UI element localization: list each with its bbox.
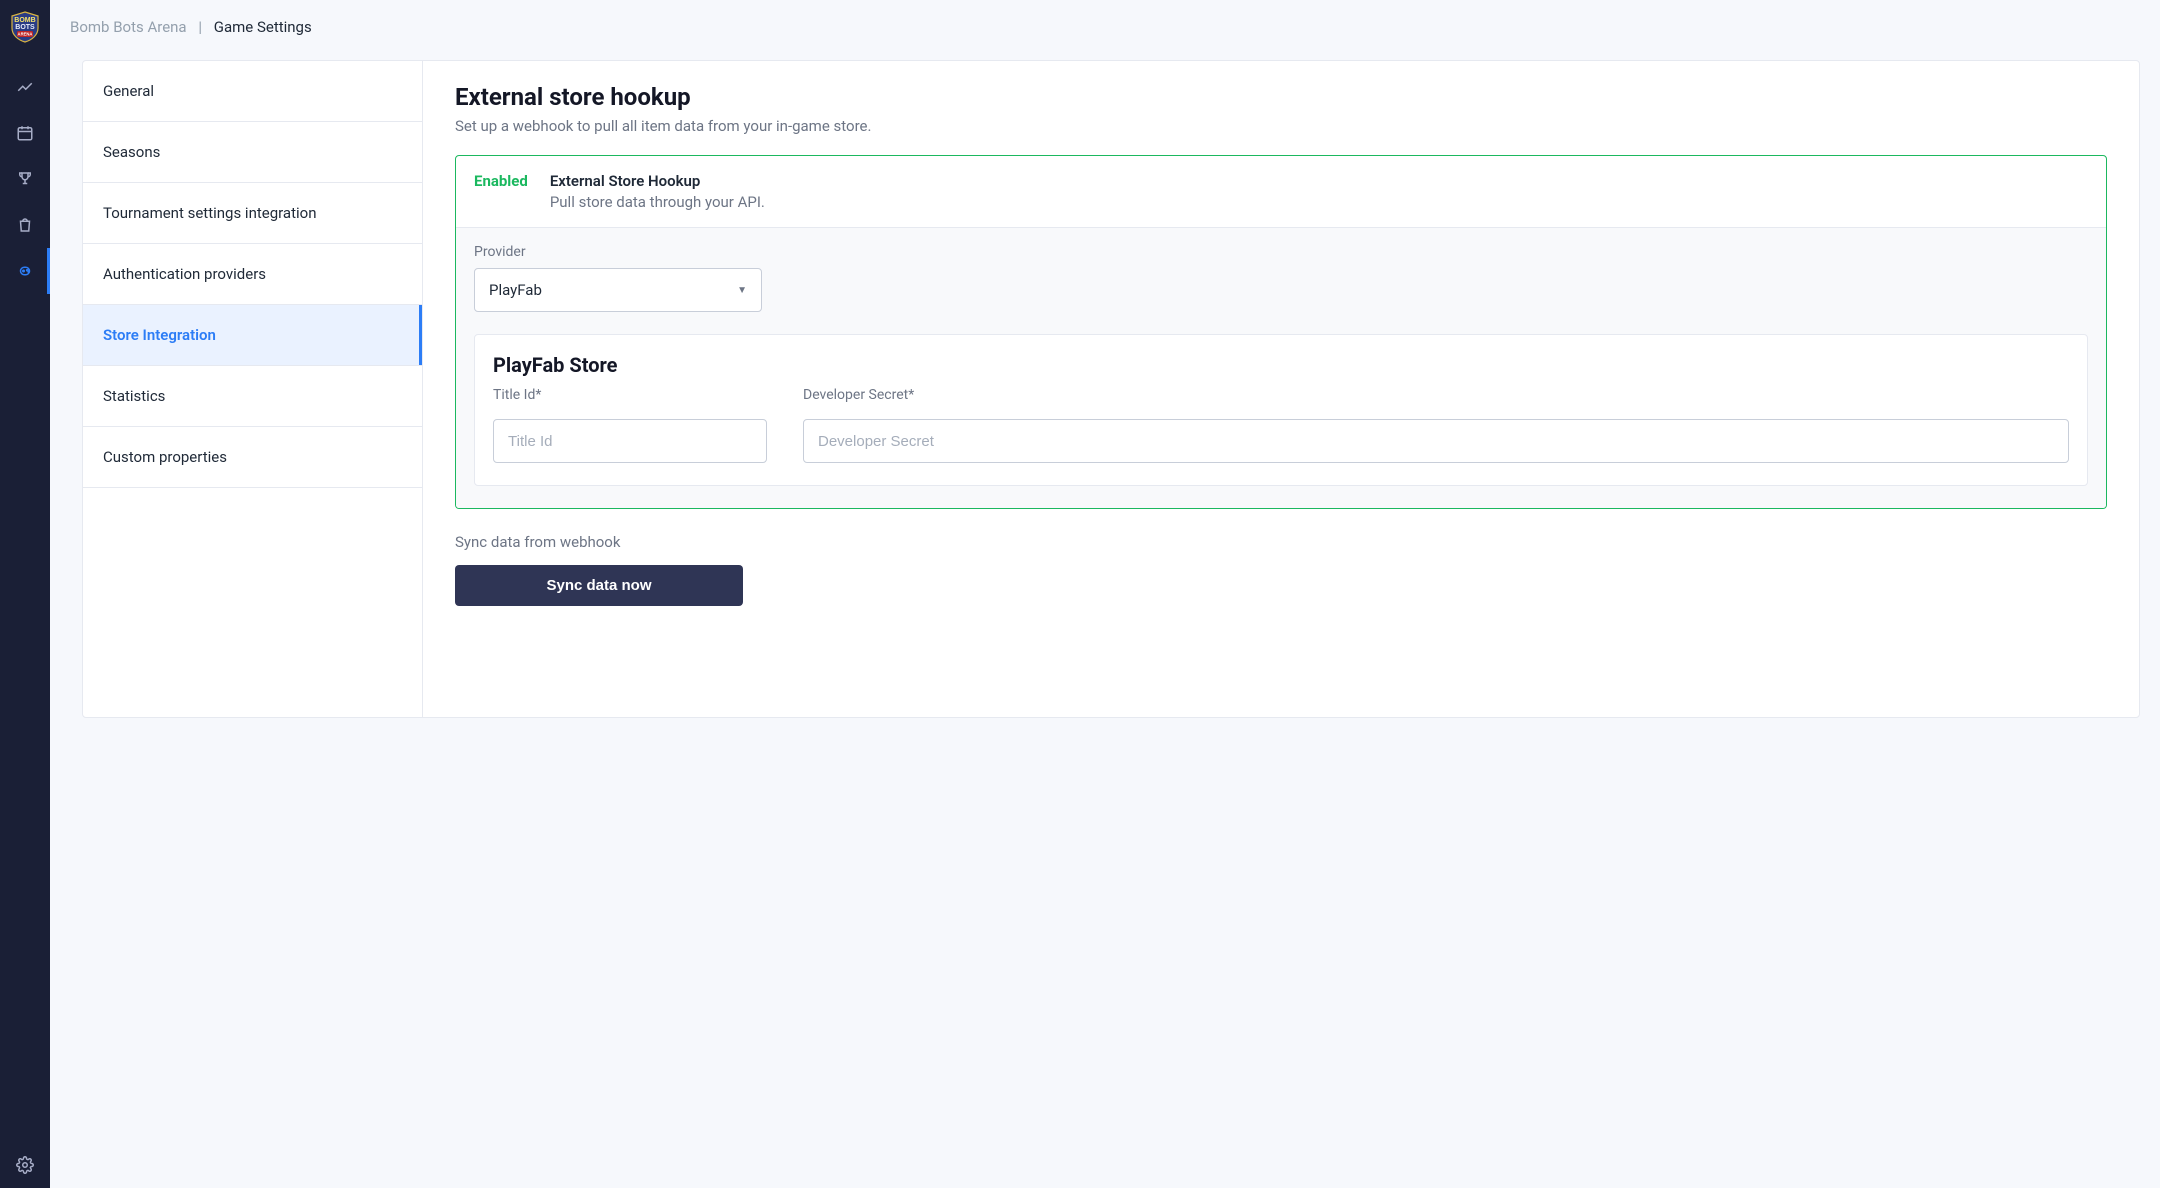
main-column: Bomb Bots Arena | Game Settings General … bbox=[50, 0, 2160, 1188]
left-nav-rail: BOMB BOTS ARENA bbox=[0, 0, 50, 1188]
page-title: External store hookup bbox=[455, 83, 2107, 111]
page-body: External store hookup Set up a webhook t… bbox=[423, 61, 2139, 717]
sidebar-item-auth-providers[interactable]: Authentication providers bbox=[83, 244, 422, 305]
nav-settings[interactable] bbox=[0, 1142, 50, 1188]
svg-text:BOTS: BOTS bbox=[15, 24, 35, 31]
sidebar-item-label: Tournament settings integration bbox=[103, 204, 316, 222]
status-badge: Enabled bbox=[474, 172, 528, 190]
playfab-store-card: PlayFab Store Title Id* Developer Secret… bbox=[474, 334, 2088, 486]
nav-trophy[interactable] bbox=[0, 156, 50, 202]
sidebar-item-statistics[interactable]: Statistics bbox=[83, 366, 422, 427]
panel-description: Pull store data through your API. bbox=[550, 193, 765, 211]
nav-analytics[interactable] bbox=[0, 64, 50, 110]
provider-selected-value: PlayFab bbox=[489, 281, 542, 299]
sidebar-item-general[interactable]: General bbox=[83, 61, 422, 122]
developer-secret-label: Developer Secret* bbox=[803, 387, 2069, 403]
sidebar-item-label: Statistics bbox=[103, 387, 165, 405]
store-card-title: PlayFab Store bbox=[493, 353, 2069, 377]
sync-label: Sync data from webhook bbox=[455, 533, 2107, 551]
app-logo: BOMB BOTS ARENA bbox=[8, 10, 42, 44]
content-card: General Seasons Tournament settings inte… bbox=[82, 60, 2140, 718]
sidebar-item-label: Store Integration bbox=[103, 326, 216, 344]
sidebar-item-tournament[interactable]: Tournament settings integration bbox=[83, 183, 422, 244]
sync-data-button[interactable]: Sync data now bbox=[455, 565, 743, 606]
nav-shop[interactable] bbox=[0, 202, 50, 248]
sidebar-item-label: General bbox=[103, 82, 154, 100]
breadcrumb: Bomb Bots Arena | Game Settings bbox=[50, 0, 2160, 46]
settings-sidebar: General Seasons Tournament settings inte… bbox=[83, 61, 423, 717]
title-id-input[interactable] bbox=[493, 419, 767, 463]
panel-body: Provider PlayFab ▼ PlayFab Store Title I… bbox=[456, 228, 2106, 508]
provider-select[interactable]: PlayFab ▼ bbox=[474, 268, 762, 312]
sidebar-item-seasons[interactable]: Seasons bbox=[83, 122, 422, 183]
sidebar-item-label: Authentication providers bbox=[103, 265, 266, 283]
page-subtitle: Set up a webhook to pull all item data f… bbox=[455, 117, 2107, 135]
sidebar-item-store-integration[interactable]: Store Integration bbox=[83, 305, 422, 366]
chevron-down-icon: ▼ bbox=[737, 285, 747, 296]
svg-text:BOMB: BOMB bbox=[14, 17, 35, 24]
nav-game-settings[interactable] bbox=[0, 248, 50, 294]
title-id-label: Title Id* bbox=[493, 387, 767, 403]
panel-header: Enabled External Store Hookup Pull store… bbox=[456, 156, 2106, 228]
svg-text:ARENA: ARENA bbox=[18, 32, 33, 37]
sidebar-item-label: Seasons bbox=[103, 143, 160, 161]
breadcrumb-current: Game Settings bbox=[214, 18, 312, 36]
sidebar-item-custom-properties[interactable]: Custom properties bbox=[83, 427, 422, 488]
developer-secret-input[interactable] bbox=[803, 419, 2069, 463]
nav-calendar[interactable] bbox=[0, 110, 50, 156]
provider-label: Provider bbox=[474, 244, 2088, 260]
panel-title: External Store Hookup bbox=[550, 172, 765, 190]
breadcrumb-root[interactable]: Bomb Bots Arena bbox=[70, 18, 187, 36]
external-store-panel: Enabled External Store Hookup Pull store… bbox=[455, 155, 2107, 509]
breadcrumb-separator: | bbox=[198, 18, 202, 36]
sidebar-item-label: Custom properties bbox=[103, 448, 227, 466]
